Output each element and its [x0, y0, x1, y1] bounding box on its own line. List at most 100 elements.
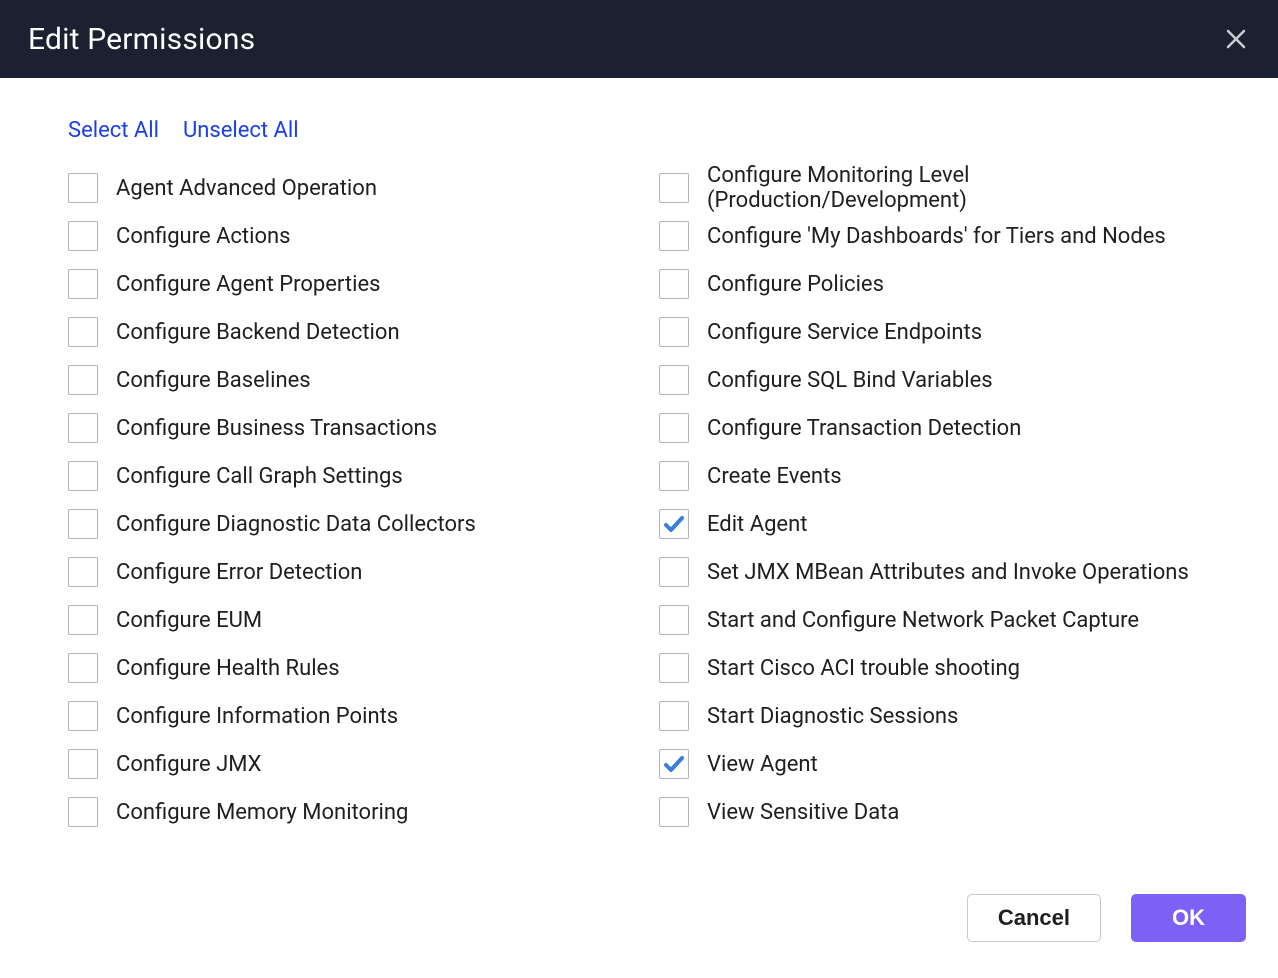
cancel-button[interactable]: Cancel: [967, 894, 1101, 942]
permissions-column-right: Configure Monitoring Level (Production/D…: [659, 171, 1210, 829]
permission-row: Edit Agent: [659, 507, 1210, 541]
permission-row: Start Diagnostic Sessions: [659, 699, 1210, 733]
permission-checkbox[interactable]: [68, 269, 98, 299]
select-links: Select All Unselect All: [68, 118, 1210, 143]
check-icon: [662, 512, 686, 536]
permission-row: Configure Agent Properties: [68, 267, 619, 301]
permission-row: View Sensitive Data: [659, 795, 1210, 829]
permission-label: Start Diagnostic Sessions: [707, 704, 958, 729]
dialog-body: Select All Unselect All Agent Advanced O…: [0, 78, 1278, 894]
permission-checkbox[interactable]: [68, 653, 98, 683]
permission-label: View Sensitive Data: [707, 800, 899, 825]
unselect-all-link[interactable]: Unselect All: [183, 118, 299, 143]
permission-checkbox[interactable]: [68, 365, 98, 395]
permission-label: Configure Error Detection: [116, 560, 362, 585]
dialog-title: Edit Permissions: [28, 22, 255, 57]
permission-label: Configure Diagnostic Data Collectors: [116, 512, 476, 537]
permission-label: Configure Call Graph Settings: [116, 464, 403, 489]
permission-label: Agent Advanced Operation: [116, 176, 377, 201]
permission-label: Configure Baselines: [116, 368, 311, 393]
permission-label: Configure EUM: [116, 608, 262, 633]
close-icon: [1224, 27, 1248, 51]
permission-row: Configure Diagnostic Data Collectors: [68, 507, 619, 541]
permission-checkbox[interactable]: [659, 221, 689, 251]
permission-checkbox[interactable]: [659, 557, 689, 587]
permission-label: Configure 'My Dashboards' for Tiers and …: [707, 224, 1166, 249]
permission-checkbox[interactable]: [68, 317, 98, 347]
permission-checkbox[interactable]: [659, 797, 689, 827]
permission-row: Configure EUM: [68, 603, 619, 637]
permissions-column-left: Agent Advanced Operation Configure Action…: [68, 171, 619, 829]
permission-row: Configure 'My Dashboards' for Tiers and …: [659, 219, 1210, 253]
permission-label: Configure Health Rules: [116, 656, 340, 681]
permission-label: Edit Agent: [707, 512, 807, 537]
dialog-footer: Cancel OK: [0, 894, 1278, 978]
permission-checkbox[interactable]: [659, 317, 689, 347]
permission-checkbox[interactable]: [68, 221, 98, 251]
permission-row: Configure Memory Monitoring: [68, 795, 619, 829]
permission-label: Configure Agent Properties: [116, 272, 380, 297]
permission-checkbox[interactable]: [68, 461, 98, 491]
permission-checkbox[interactable]: [68, 749, 98, 779]
permission-row: Configure Baselines: [68, 363, 619, 397]
permission-row: Start and Configure Network Packet Captu…: [659, 603, 1210, 637]
check-icon: [662, 752, 686, 776]
permission-label: Configure Transaction Detection: [707, 416, 1021, 441]
permission-checkbox[interactable]: [68, 173, 98, 203]
permission-row: Configure Actions: [68, 219, 619, 253]
dialog-header: Edit Permissions: [0, 0, 1278, 78]
permission-label: Configure Actions: [116, 224, 291, 249]
permission-row: Configure Service Endpoints: [659, 315, 1210, 349]
permission-row: Configure Error Detection: [68, 555, 619, 589]
permission-label: Configure Business Transactions: [116, 416, 437, 441]
permission-checkbox[interactable]: [659, 749, 689, 779]
permission-checkbox[interactable]: [68, 605, 98, 635]
permission-label: Create Events: [707, 464, 842, 489]
permission-label: Start and Configure Network Packet Captu…: [707, 608, 1139, 633]
permission-row: Agent Advanced Operation: [68, 171, 619, 205]
permission-row: Configure Health Rules: [68, 651, 619, 685]
permission-checkbox[interactable]: [659, 701, 689, 731]
permission-row: Configure Business Transactions: [68, 411, 619, 445]
permission-row: Configure Transaction Detection: [659, 411, 1210, 445]
permission-checkbox[interactable]: [659, 173, 689, 203]
permission-label: Configure Policies: [707, 272, 884, 297]
edit-permissions-dialog: Edit Permissions Select All Unselect All…: [0, 0, 1278, 978]
permission-row: Configure Information Points: [68, 699, 619, 733]
permission-checkbox[interactable]: [68, 797, 98, 827]
permission-checkbox[interactable]: [68, 509, 98, 539]
permission-row: Configure Monitoring Level (Production/D…: [659, 171, 1210, 205]
permission-label: Configure Memory Monitoring: [116, 800, 408, 825]
permission-label: Configure JMX: [116, 752, 261, 777]
permission-label: Set JMX MBean Attributes and Invoke Oper…: [707, 560, 1189, 585]
permission-row: View Agent: [659, 747, 1210, 781]
permission-label: View Agent: [707, 752, 818, 777]
permission-checkbox[interactable]: [659, 413, 689, 443]
select-all-link[interactable]: Select All: [68, 118, 159, 143]
permission-label: Configure Service Endpoints: [707, 320, 982, 345]
permission-checkbox[interactable]: [659, 365, 689, 395]
permission-label: Configure SQL Bind Variables: [707, 368, 993, 393]
permission-checkbox[interactable]: [659, 605, 689, 635]
permission-row: Configure JMX: [68, 747, 619, 781]
permission-label: Configure Information Points: [116, 704, 398, 729]
permission-checkbox[interactable]: [659, 509, 689, 539]
close-button[interactable]: [1222, 25, 1250, 53]
permission-row: Configure Backend Detection: [68, 315, 619, 349]
permission-row: Set JMX MBean Attributes and Invoke Oper…: [659, 555, 1210, 589]
permission-checkbox[interactable]: [659, 653, 689, 683]
permission-label: Configure Monitoring Level (Production/D…: [707, 163, 1210, 213]
permission-row: Configure Policies: [659, 267, 1210, 301]
permission-checkbox[interactable]: [659, 269, 689, 299]
permission-checkbox[interactable]: [68, 413, 98, 443]
permission-row: Create Events: [659, 459, 1210, 493]
ok-button[interactable]: OK: [1131, 894, 1246, 942]
permission-checkbox[interactable]: [659, 461, 689, 491]
permission-row: Configure SQL Bind Variables: [659, 363, 1210, 397]
permission-row: Configure Call Graph Settings: [68, 459, 619, 493]
permission-row: Start Cisco ACI trouble shooting: [659, 651, 1210, 685]
permission-checkbox[interactable]: [68, 701, 98, 731]
permission-label: Configure Backend Detection: [116, 320, 400, 345]
permission-checkbox[interactable]: [68, 557, 98, 587]
permissions-columns: Agent Advanced Operation Configure Action…: [68, 171, 1210, 829]
